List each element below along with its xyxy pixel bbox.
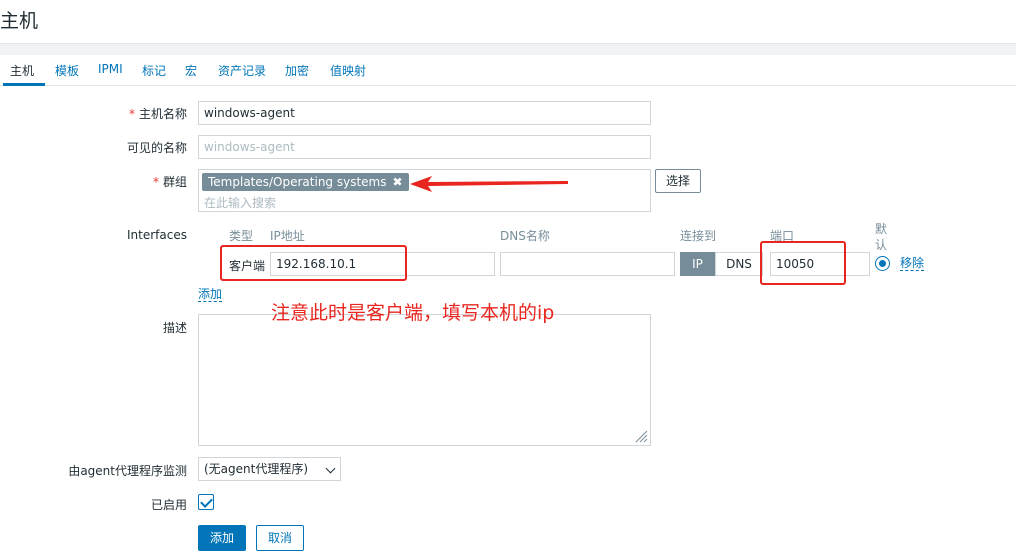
- required-mark: *: [128, 107, 135, 121]
- tab-encryption[interactable]: 加密: [285, 62, 309, 79]
- tab-inventory[interactable]: 资产记录: [218, 62, 266, 79]
- page-title: 主机: [0, 10, 39, 32]
- col-header-default-1: 默: [875, 222, 888, 236]
- proxy-selected-value: (无agent代理程序): [204, 462, 309, 476]
- interface-dns-input[interactable]: [500, 252, 675, 276]
- port-highlight-box: [760, 241, 846, 285]
- cancel-button[interactable]: 取消: [256, 525, 304, 551]
- col-header-ip: IP地址: [270, 229, 305, 243]
- enabled-label: 已启用: [150, 498, 187, 512]
- annotation-text: 注意此时是客户端，填写本机的ip: [271, 302, 555, 324]
- select-groups-button[interactable]: 选择: [655, 169, 702, 193]
- active-tab-indicator: [3, 83, 45, 86]
- tab-ipmi[interactable]: IPMI: [98, 62, 123, 76]
- group-chip: Templates/Operating systems ✖: [202, 173, 409, 191]
- tab-macros[interactable]: 宏: [185, 62, 197, 79]
- visible-name-label: 可见的名称: [126, 141, 187, 155]
- groups-search-placeholder: 在此输入搜索: [204, 196, 277, 210]
- connect-dns-button[interactable]: DNS: [715, 252, 763, 276]
- default-interface-radio[interactable]: [875, 256, 890, 271]
- col-header-dns: DNS名称: [500, 229, 550, 243]
- col-header-default-2: 认: [875, 238, 888, 252]
- tab-host[interactable]: 主机: [10, 62, 34, 79]
- proxy-label: 由agent代理程序监测: [68, 464, 187, 478]
- add-interface-link[interactable]: 添加: [198, 288, 223, 302]
- interfaces-label: Interfaces: [127, 228, 187, 242]
- host-name-label-text: 主机名称: [138, 107, 187, 121]
- tab-tags[interactable]: 标记: [142, 62, 166, 79]
- proxy-select[interactable]: (无agent代理程序): [198, 457, 341, 481]
- enabled-checkbox[interactable]: [198, 494, 214, 510]
- tab-bar: 主机 模板 IPMI 标记 宏 资产记录 加密 值映射: [0, 55, 1016, 86]
- chevron-down-icon: [325, 463, 336, 474]
- chip-remove-icon[interactable]: ✖: [393, 175, 403, 189]
- groups-label-text: 群组: [162, 175, 187, 189]
- connect-ip-button[interactable]: IP: [680, 252, 715, 276]
- ip-highlight-box: [220, 245, 407, 281]
- remove-interface-link[interactable]: 移除: [900, 257, 925, 271]
- description-label: 描述: [162, 321, 187, 335]
- add-button[interactable]: 添加: [198, 525, 246, 551]
- col-header-type: 类型: [229, 229, 254, 243]
- host-name-label: * 主机名称: [129, 105, 187, 122]
- visible-name-input[interactable]: [198, 135, 651, 159]
- description-textarea[interactable]: [198, 314, 651, 446]
- groups-label: * 群组: [153, 173, 187, 190]
- tab-templates[interactable]: 模板: [55, 62, 79, 79]
- group-chip-label: Templates/Operating systems: [208, 175, 387, 189]
- resize-grip-icon[interactable]: [634, 429, 648, 443]
- required-mark: *: [152, 175, 159, 189]
- col-header-connect: 连接到: [680, 229, 717, 243]
- host-name-input[interactable]: [198, 101, 651, 125]
- annotation-arrow-icon: [410, 176, 568, 192]
- header-separator: [0, 43, 1016, 55]
- tab-value-mapping[interactable]: 值映射: [330, 62, 366, 79]
